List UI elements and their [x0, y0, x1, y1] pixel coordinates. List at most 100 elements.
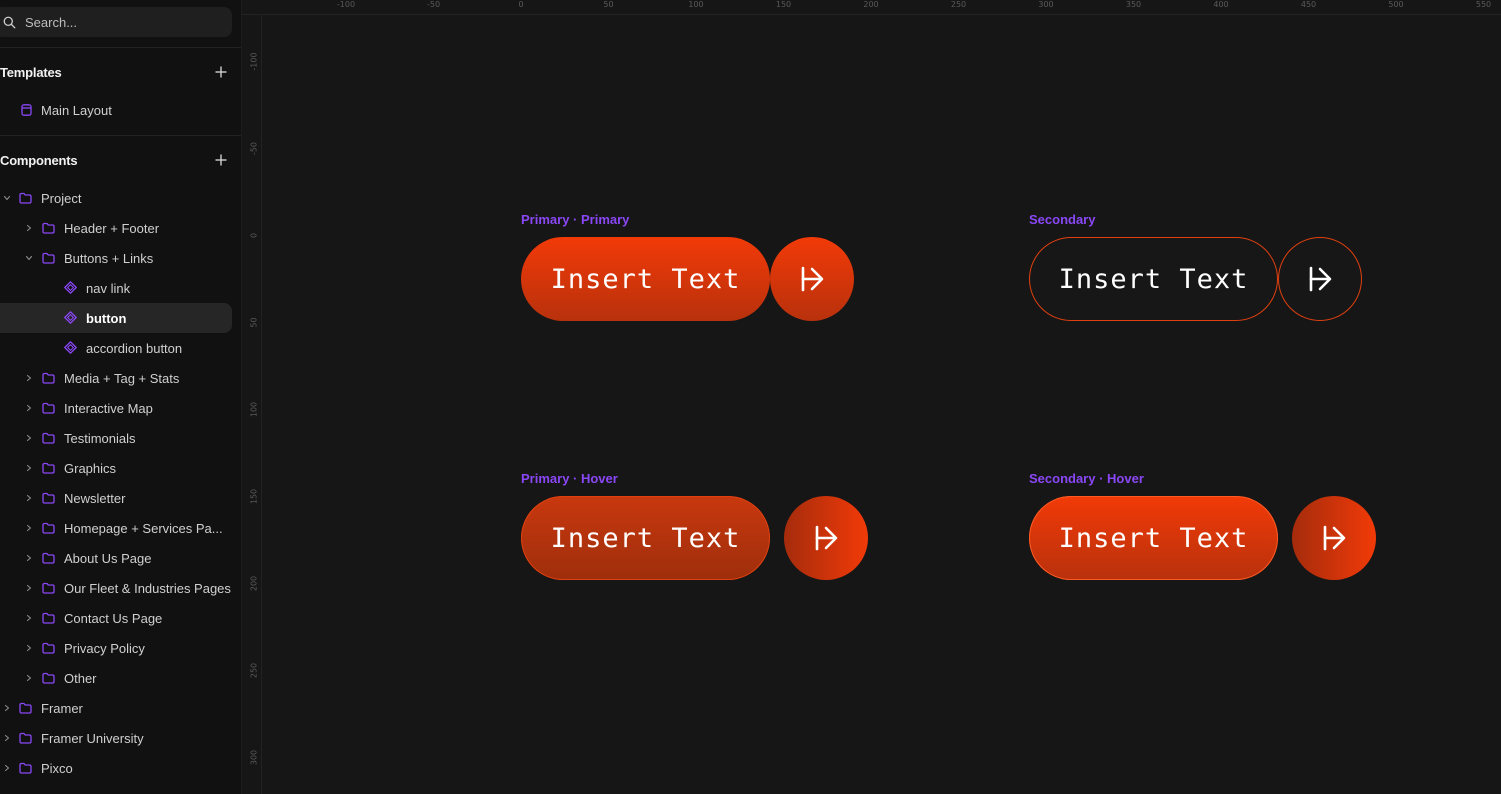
- templates-section-header: Templates: [0, 60, 241, 84]
- ruler-tick-label: -100: [336, 0, 356, 9]
- tree-item[interactable]: Framer University: [0, 723, 232, 753]
- chevron-down-icon[interactable]: [25, 254, 33, 262]
- tree-item[interactable]: Interactive Map: [0, 393, 232, 423]
- tree-item-label: button: [86, 311, 127, 326]
- folder-icon: [42, 372, 55, 384]
- tree-item[interactable]: Graphics: [0, 453, 232, 483]
- ruler-tick-label: 0: [518, 0, 524, 9]
- add-template-plus-icon[interactable]: [213, 64, 229, 80]
- folder-icon: [42, 432, 55, 444]
- ruler-tick-label: 50: [249, 317, 259, 328]
- tree-item-label: Buttons + Links: [64, 251, 154, 266]
- primary-hover-arrow-button[interactable]: [784, 496, 868, 580]
- tree-item-label: Homepage + Services Pa...: [64, 521, 223, 536]
- chevron-right-icon[interactable]: [3, 704, 11, 712]
- tree-item[interactable]: Pixco: [0, 753, 232, 783]
- tree-item[interactable]: Homepage + Services Pa...: [0, 513, 232, 543]
- chevron-right-icon[interactable]: [3, 764, 11, 772]
- folder-icon: [42, 582, 55, 594]
- tree-item[interactable]: Our Fleet & Industries Pages: [0, 573, 232, 603]
- primary-hover-button[interactable]: Insert Text: [521, 496, 770, 580]
- chevron-right-icon[interactable]: [25, 524, 33, 532]
- chevron-right-icon[interactable]: [25, 464, 33, 472]
- ruler-tick-label: 200: [863, 0, 879, 9]
- search-input[interactable]: [25, 14, 195, 30]
- ruler-horizontal: -100 -50 0 50 100 150 200 250 300 350 400 450 500 550: [242, 0, 1501, 15]
- tree-item-label: Contact Us Page: [64, 611, 163, 626]
- tree-item-label: Newsletter: [64, 491, 126, 506]
- chevron-right-icon[interactable]: [25, 584, 33, 592]
- tree-item-label: Interactive Map: [64, 401, 153, 416]
- chevron-right-icon[interactable]: [25, 224, 33, 232]
- tree-item-label: Media + Tag + Stats: [64, 371, 180, 386]
- tree-item[interactable]: About Us Page: [0, 543, 232, 573]
- arrow-right-to-line-icon: [801, 266, 824, 292]
- primary-button[interactable]: Insert Text: [521, 237, 770, 321]
- folder-icon: [42, 642, 55, 654]
- templates-title: Templates: [0, 64, 62, 80]
- chevron-right-icon[interactable]: [25, 554, 33, 562]
- chevron-right-icon[interactable]: [25, 644, 33, 652]
- search-box[interactable]: [0, 7, 232, 37]
- folder-icon: [19, 192, 32, 204]
- chevron-right-icon[interactable]: [25, 494, 33, 502]
- component-icon: [64, 311, 77, 324]
- ruler-tick-label: -100: [249, 52, 259, 71]
- divider: [0, 135, 241, 136]
- ruler-vertical: -100 -50 0 50 100 150 200 250 300: [242, 15, 262, 794]
- component-icon: [64, 341, 77, 354]
- tree-item-label: Graphics: [64, 461, 117, 476]
- chevron-right-icon[interactable]: [25, 614, 33, 622]
- arrow-right-to-line-icon: [1309, 266, 1332, 292]
- chevron-down-icon[interactable]: [3, 194, 11, 202]
- tree-item[interactable]: Privacy Policy: [0, 633, 232, 663]
- secondary-hover-arrow-button[interactable]: [1292, 496, 1376, 580]
- ruler-tick-label: -50: [426, 0, 441, 9]
- tree-item[interactable]: Header + Footer: [0, 213, 232, 243]
- chevron-right-icon[interactable]: [25, 434, 33, 442]
- tree-item-label: Framer University: [41, 731, 144, 746]
- tree-item-label: Testimonials: [64, 431, 136, 446]
- tree-item[interactable]: Buttons + Links: [0, 243, 232, 273]
- components-section-header: Components: [0, 148, 241, 172]
- add-component-plus-icon[interactable]: [213, 152, 229, 168]
- ruler-tick-label: 200: [249, 575, 259, 592]
- tree-item[interactable]: Project: [0, 183, 232, 213]
- tree-item[interactable]: Newsletter: [0, 483, 232, 513]
- tree-item[interactable]: button: [0, 303, 232, 333]
- chevron-right-icon[interactable]: [25, 374, 33, 382]
- secondary-arrow-button[interactable]: [1278, 237, 1362, 321]
- template-item-main-layout[interactable]: Main Layout: [0, 95, 232, 125]
- ruler-tick-label: 250: [249, 662, 259, 679]
- secondary-button[interactable]: Insert Text: [1029, 237, 1278, 321]
- tree-item[interactable]: accordion button: [0, 333, 232, 363]
- components-title: Components: [0, 152, 78, 168]
- chevron-right-icon[interactable]: [3, 734, 11, 742]
- folder-icon: [42, 222, 55, 234]
- ruler-tick-label: 300: [249, 749, 259, 766]
- primary-arrow-button[interactable]: [770, 237, 854, 321]
- ruler-tick-label: 450: [1300, 0, 1317, 9]
- tree-item-label: Pixco: [41, 761, 73, 776]
- variant-label-secondary-hover: Secondary · Hover: [1029, 471, 1144, 486]
- ruler-tick-label: 250: [950, 0, 967, 9]
- tree-item[interactable]: Other: [0, 663, 232, 693]
- secondary-hover-button[interactable]: Insert Text: [1029, 496, 1278, 580]
- tree-item-label: Our Fleet & Industries Pages: [64, 581, 231, 596]
- tree-item[interactable]: Media + Tag + Stats: [0, 363, 232, 393]
- variant-label-secondary: Secondary: [1029, 212, 1096, 227]
- ruler-tick-label: 300: [1038, 0, 1054, 9]
- folder-icon: [42, 522, 55, 534]
- chevron-right-icon[interactable]: [25, 674, 33, 682]
- ruler-tick-label: 150: [249, 488, 259, 505]
- chevron-right-icon[interactable]: [25, 404, 33, 412]
- tree-item[interactable]: Testimonials: [0, 423, 232, 453]
- tree-item[interactable]: Contact Us Page: [0, 603, 232, 633]
- tree-item[interactable]: nav link: [0, 273, 232, 303]
- arrow-right-to-line-icon: [1323, 525, 1346, 551]
- tree-item[interactable]: Framer: [0, 693, 232, 723]
- ruler-tick-label: -50: [249, 141, 259, 156]
- folder-icon: [19, 732, 32, 744]
- design-canvas[interactable]: Primary · Primary Insert Text Secondary …: [263, 16, 1501, 794]
- ruler-tick-label: 550: [1475, 0, 1492, 9]
